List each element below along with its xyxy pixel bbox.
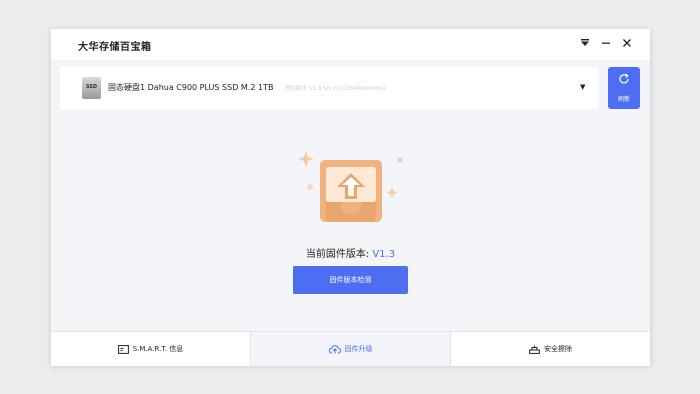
info-card-icon: [117, 344, 129, 354]
titlebar: 大华存储百宝箱: [51, 29, 650, 60]
ssd-icon: SSD: [82, 77, 101, 99]
cloud-upload-icon: [328, 344, 341, 353]
app-window: 大华存储百宝箱 SSD 固态硬盘1 Dahua C900 PLUS SSD M.…: [51, 29, 650, 366]
firmware-upload-illustration: [298, 151, 403, 222]
tab-firmware-upgrade-label: 固件升级: [344, 345, 373, 353]
app-title: 大华存储百宝箱: [78, 42, 152, 53]
firmware-version-label: 当前固件版本:: [305, 249, 373, 260]
disk-meta: 固件版本:V1.3 SN:2012264A0000814: [285, 86, 386, 92]
refresh-label: 刷新: [617, 96, 630, 103]
minimize-icon[interactable]: [599, 37, 613, 51]
tab-smart-info[interactable]: S.M.A.R.T. 信息: [51, 332, 250, 366]
refresh-icon: [619, 73, 629, 84]
tab-smart-info-label: S.M.A.R.T. 信息: [132, 345, 184, 353]
dropdown-triangle-icon[interactable]: [578, 37, 592, 51]
firmware-version-line: 当前固件版本: V1.3: [51, 245, 650, 260]
tab-secure-erase[interactable]: 安全擦除: [451, 332, 650, 366]
firmware-version-value: V1.3: [372, 249, 396, 260]
tab-firmware-upgrade[interactable]: 固件升级: [250, 332, 451, 366]
eraser-icon: [529, 345, 540, 354]
tab-secure-erase-label: 安全擦除: [544, 345, 572, 353]
ssd-icon-label: SSD: [85, 84, 98, 90]
firmware-check-button[interactable]: 固件版本检测: [293, 266, 408, 294]
close-icon[interactable]: [620, 37, 634, 51]
refresh-button[interactable]: 刷新: [608, 67, 640, 109]
disk-name: 固态硬盘1 Dahua C900 PLUS SSD M.2 1TB: [108, 83, 274, 92]
chevron-down-icon[interactable]: ▼: [580, 83, 585, 91]
bottom-nav: S.M.A.R.T. 信息 固件升级 安全擦除: [51, 331, 650, 366]
disk-selector[interactable]: SSD 固态硬盘1 Dahua C900 PLUS SSD M.2 1TB 固件…: [60, 67, 598, 109]
